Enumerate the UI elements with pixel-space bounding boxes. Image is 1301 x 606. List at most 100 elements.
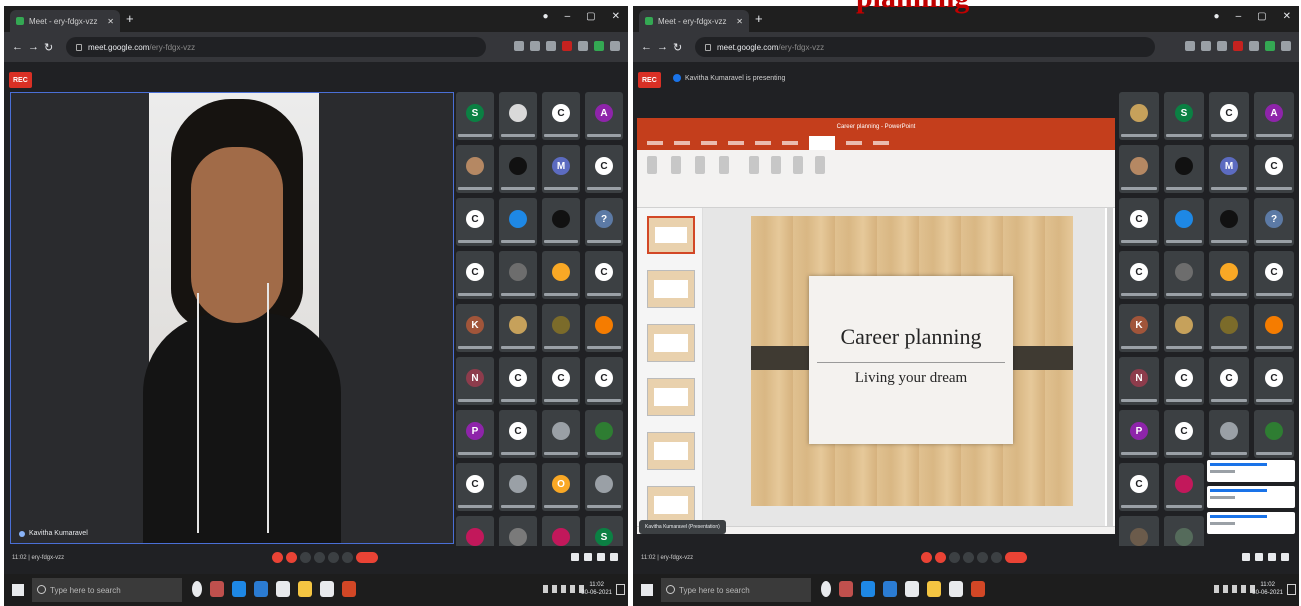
extension-red-icon[interactable] [562, 41, 572, 51]
rehearse-icon[interactable] [793, 156, 803, 174]
more-options-icon[interactable] [342, 552, 353, 563]
powerpoint-icon[interactable] [971, 581, 985, 597]
ribbon-tab[interactable] [701, 141, 717, 145]
participant-tile[interactable] [499, 251, 537, 299]
more-options-icon[interactable] [991, 552, 1002, 563]
participant-tile[interactable]: N [456, 357, 494, 405]
leave-call-button[interactable] [356, 552, 378, 563]
url-field[interactable]: meet.google.com /ery-fdgx-vzz [66, 37, 486, 57]
taskbar-search[interactable]: Type here to search [32, 578, 182, 602]
tab-close-icon[interactable]: ✕ [107, 17, 114, 26]
participant-tile[interactable]: S [456, 92, 494, 140]
participant-tile[interactable]: ? [585, 198, 623, 246]
slide-thumbnail[interactable] [647, 432, 695, 470]
forward-icon[interactable]: → [657, 41, 668, 53]
windows-start-icon[interactable] [641, 584, 653, 596]
participant-tile[interactable] [499, 304, 537, 352]
tray-icon[interactable] [570, 585, 575, 593]
people-icon[interactable] [584, 553, 592, 561]
participant-tile[interactable] [1119, 145, 1159, 193]
info-icon[interactable] [571, 553, 579, 561]
participant-tile[interactable]: C [585, 357, 623, 405]
camera-off-icon[interactable] [286, 552, 297, 563]
participant-tile[interactable] [456, 145, 494, 193]
tray-icon[interactable] [1241, 585, 1246, 593]
activities-icon[interactable] [610, 553, 618, 561]
close-icon[interactable]: ✕ [1283, 11, 1291, 22]
profile-icon[interactable]: ● [543, 11, 549, 22]
participant-tile[interactable] [585, 410, 623, 458]
browser-tab[interactable]: Meet - ery-fdgx-vzz ✕ [639, 10, 749, 32]
participant-tile[interactable]: C [585, 251, 623, 299]
participant-tile[interactable]: C [1119, 251, 1159, 299]
chat-message[interactable] [1207, 486, 1295, 508]
participant-tile[interactable] [499, 92, 537, 140]
star-icon[interactable] [546, 41, 556, 51]
participant-tile[interactable] [1209, 251, 1249, 299]
cast-icon[interactable] [1185, 41, 1195, 51]
cortana-icon[interactable] [821, 581, 831, 597]
chat-icon[interactable] [597, 553, 605, 561]
participant-tile[interactable] [499, 198, 537, 246]
spotlight-video[interactable]: Kavitha Kumaravel [10, 92, 454, 544]
edge-icon[interactable] [232, 581, 246, 597]
participant-tile[interactable] [542, 304, 580, 352]
close-icon[interactable]: ✕ [612, 11, 620, 22]
current-slide[interactable]: Career planning Living your dream [751, 216, 1073, 506]
setup-icon[interactable] [749, 156, 759, 174]
chat-message[interactable] [1207, 512, 1295, 534]
browser-tab[interactable]: Meet - ery-fdgx-vzz ✕ [10, 10, 120, 32]
cortana-icon[interactable] [192, 581, 202, 597]
participant-tile[interactable]: M [542, 145, 580, 193]
participant-tile[interactable]: S [1164, 92, 1204, 140]
record-icon[interactable] [815, 156, 825, 174]
participant-tile[interactable]: C [542, 92, 580, 140]
participant-tile[interactable]: O [542, 463, 580, 511]
participant-tile[interactable]: C [1164, 357, 1204, 405]
tray-icon[interactable] [1223, 585, 1228, 593]
tab-close-icon[interactable]: ✕ [736, 17, 743, 26]
participant-tile[interactable] [542, 410, 580, 458]
tray-icon[interactable] [1232, 585, 1237, 593]
participant-tile[interactable]: C [1119, 198, 1159, 246]
present-icon[interactable] [977, 552, 988, 563]
extension-icon[interactable] [1249, 41, 1259, 51]
menu-icon[interactable] [610, 41, 620, 51]
profile-icon[interactable]: ● [1214, 11, 1220, 22]
tray-icon[interactable] [1214, 585, 1219, 593]
participant-tile[interactable]: P [1119, 410, 1159, 458]
new-tab-icon[interactable]: + [126, 11, 134, 26]
slide-thumbnail[interactable] [647, 216, 695, 254]
participant-tile[interactable] [1254, 304, 1294, 352]
tray-icon[interactable] [543, 585, 548, 593]
ribbon-tab[interactable] [647, 141, 663, 145]
presentation-window[interactable]: Career planning - PowerPoint Career plan… [637, 118, 1115, 534]
participant-tile[interactable] [1164, 198, 1204, 246]
cast-icon[interactable] [514, 41, 524, 51]
hide-slide-icon[interactable] [771, 156, 781, 174]
participant-tile[interactable] [1209, 410, 1249, 458]
activities-icon[interactable] [1281, 553, 1289, 561]
participant-tile[interactable]: C [1119, 463, 1159, 511]
participant-tile[interactable] [542, 198, 580, 246]
edge-icon[interactable] [861, 581, 875, 597]
minimize-icon[interactable]: – [565, 11, 571, 22]
zoom-icon[interactable] [1201, 41, 1211, 51]
info-icon[interactable] [1242, 553, 1250, 561]
ribbon-tab[interactable] [782, 141, 798, 145]
participant-tile[interactable]: A [1254, 92, 1294, 140]
ribbon-tab[interactable] [846, 141, 862, 145]
participant-tile[interactable]: C [1209, 357, 1249, 405]
participant-tile[interactable]: C [456, 463, 494, 511]
participant-tile[interactable] [1164, 145, 1204, 193]
participant-tile[interactable]: K [1119, 304, 1159, 352]
extension-red-icon[interactable] [1233, 41, 1243, 51]
raise-hand-icon[interactable] [314, 552, 325, 563]
slide-thumbnail[interactable] [647, 324, 695, 362]
store-icon[interactable] [949, 581, 963, 597]
participant-tile[interactable]: C [456, 251, 494, 299]
participant-tile[interactable]: N [1119, 357, 1159, 405]
present-online-icon[interactable] [695, 156, 705, 174]
minimize-icon[interactable]: – [1236, 11, 1242, 22]
reload-icon[interactable]: ↻ [44, 41, 53, 54]
